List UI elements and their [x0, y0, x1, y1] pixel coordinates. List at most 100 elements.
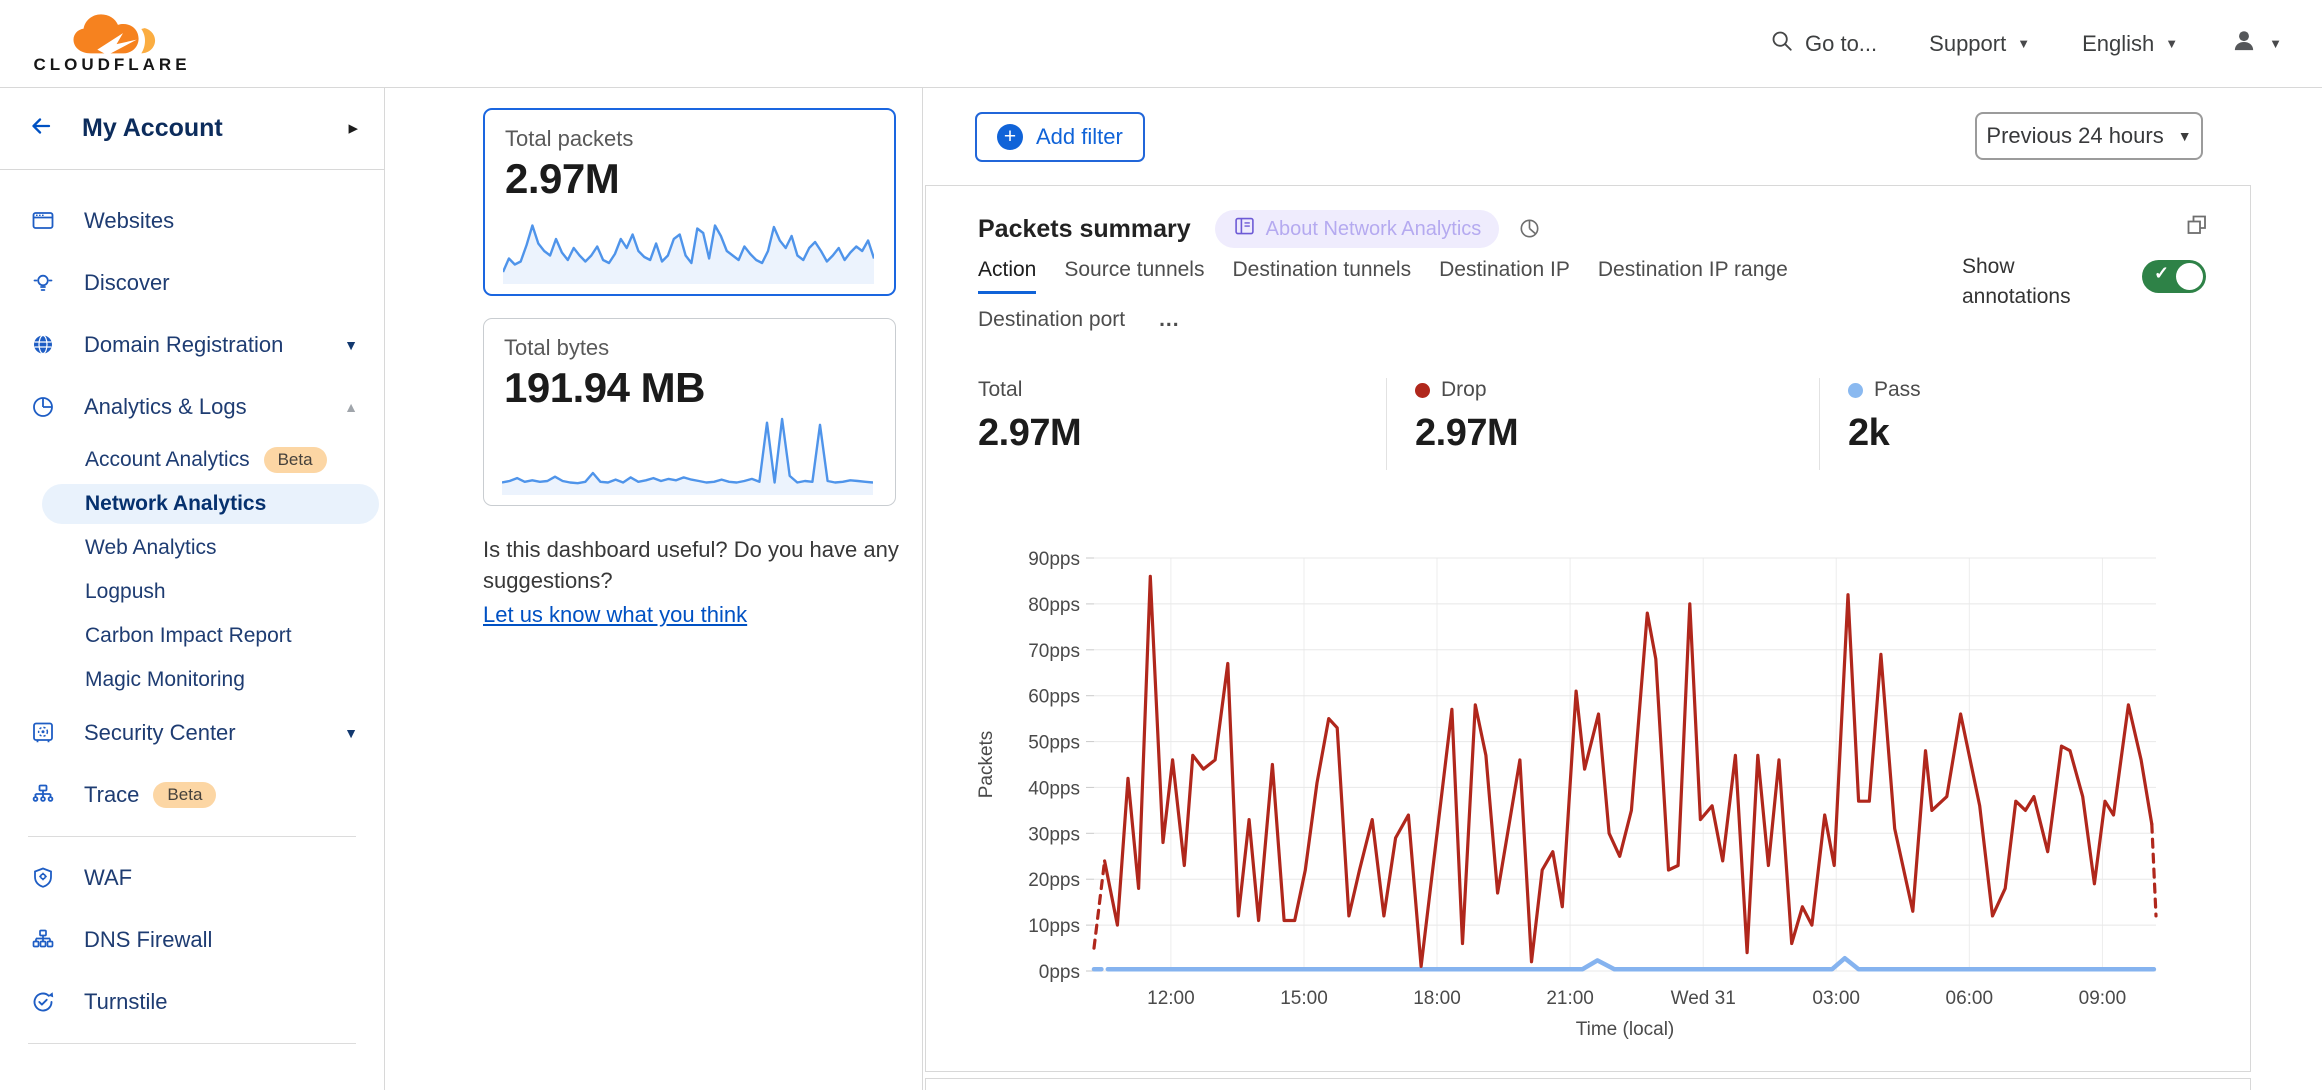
svg-text:40pps: 40pps	[1028, 778, 1080, 799]
sidebar-item-discover[interactable]: Discover	[0, 252, 384, 314]
sidebar-item-analytics-logs[interactable]: Analytics & Logs▲	[0, 376, 384, 438]
sidebar-item-label: Trace	[84, 782, 139, 808]
sidebar-item-turnstile[interactable]: Turnstile	[0, 971, 384, 1033]
card-value: 2.97M	[505, 155, 874, 203]
tab-source-tunnels[interactable]: Source tunnels	[1064, 258, 1204, 294]
sidebar-item-network-analytics[interactable]: Network Analytics	[0, 482, 384, 526]
sidebar-item-magic-monitoring[interactable]: Magic Monitoring	[0, 658, 384, 702]
add-filter-button[interactable]: + Add filter	[975, 112, 1145, 162]
sidebar-item-partial[interactable]	[0, 1054, 384, 1090]
dimension-tabs-row1: Action Source tunnels Destination tunnels D…	[978, 258, 1788, 294]
support-menu[interactable]: Support ▼	[1929, 31, 2030, 57]
svg-text:21:00: 21:00	[1546, 988, 1594, 1009]
language-label: English	[2082, 31, 2154, 57]
svg-text:Wed 31: Wed 31	[1671, 988, 1736, 1009]
stat-value: 2.97M	[1415, 412, 1819, 455]
stat-label-row: Pass	[1848, 378, 2198, 402]
cloudflare-logo[interactable]: CLOUDFLARE	[26, 13, 198, 75]
lightbulb-icon	[30, 270, 56, 296]
svg-text:09:00: 09:00	[2079, 988, 2127, 1009]
sidebar-item-label: Network Analytics	[85, 492, 266, 516]
sidebar-item-domain-registration[interactable]: Domain Registration▼	[0, 314, 384, 376]
refresh-check-icon	[30, 989, 56, 1015]
back-arrow-icon[interactable]	[26, 113, 56, 144]
sidebar-item-label: Discover	[84, 270, 170, 296]
panel-title: Packets summary	[978, 215, 1191, 244]
sidebar-item-label: Carbon Impact Report	[85, 624, 292, 648]
chevron-right-icon[interactable]: ▸	[348, 117, 358, 140]
sidebar-item-label: Magic Monitoring	[85, 668, 245, 692]
account-header[interactable]: My Account ▸	[0, 88, 384, 170]
stat-value: 2k	[1848, 412, 2198, 455]
time-range-dropdown[interactable]: Previous 24 hours ▼	[1975, 112, 2203, 160]
tab-destination-ip-range[interactable]: Destination IP range	[1598, 258, 1788, 294]
tab-action[interactable]: Action	[978, 258, 1036, 294]
globe-icon	[30, 332, 56, 358]
shield-gear-icon	[30, 865, 56, 891]
sidebar-item-account-analytics[interactable]: Account AnalyticsBeta	[0, 438, 384, 482]
show-annotations-label: Show annotations	[1962, 252, 2090, 312]
svg-text:12:00: 12:00	[1147, 988, 1195, 1009]
chevron-down-icon: ▼	[2017, 36, 2030, 51]
cloudflare-logo-text: CLOUDFLARE	[33, 55, 190, 75]
svg-text:0pps: 0pps	[1039, 962, 1080, 983]
chevron-up-icon: ▲	[344, 399, 358, 415]
sidebar-nav: Websites Discover Domain Registration▼Anal…	[0, 170, 384, 1090]
sidebar-item-label: WAF	[84, 865, 132, 891]
total-bytes-card[interactable]: Total bytes 191.94 MB	[483, 318, 896, 506]
account-menu[interactable]: ▼	[2230, 27, 2282, 61]
svg-text:06:00: 06:00	[1946, 988, 1994, 1009]
card-value: 191.94 MB	[504, 364, 875, 412]
legend-dot	[1415, 383, 1430, 398]
legend-dot	[1848, 383, 1863, 398]
sidebar-item-trace[interactable]: TraceBeta	[0, 764, 384, 826]
svg-text:10pps: 10pps	[1028, 916, 1080, 937]
total-packets-card[interactable]: Total packets 2.97M	[483, 108, 896, 296]
chevron-down-icon: ▼	[2269, 36, 2282, 51]
top-navigation: Go to... Support ▼ English ▼ ▼	[1770, 27, 2282, 61]
svg-text:80pps: 80pps	[1028, 595, 1080, 616]
sidebar-item-security-center[interactable]: Security Center▼	[0, 702, 384, 764]
sidebar-item-websites[interactable]: Websites	[0, 190, 384, 252]
sidebar-item-label: Turnstile	[84, 989, 168, 1015]
sidebar: My Account ▸ Websites Discover Domain Regi…	[0, 88, 385, 1090]
tab-destination-tunnels[interactable]: Destination tunnels	[1232, 258, 1411, 294]
svg-text:Time (local): Time (local)	[1576, 1019, 1675, 1040]
language-menu[interactable]: English ▼	[2082, 31, 2178, 57]
sidebar-item-dns-firewall[interactable]: DNS Firewall	[0, 909, 384, 971]
sidebar-item-logpush[interactable]: Logpush	[0, 570, 384, 614]
sidebar-item-waf[interactable]: WAF	[0, 847, 384, 909]
sidebar-item-label: Logpush	[85, 580, 166, 604]
book-icon	[1233, 215, 1256, 243]
tab-destination-ip[interactable]: Destination IP	[1439, 258, 1570, 294]
plus-circle-icon: +	[997, 124, 1023, 150]
svg-text:03:00: 03:00	[1812, 988, 1860, 1009]
sidebar-item-carbon-impact-report[interactable]: Carbon Impact Report	[0, 614, 384, 658]
goto-search[interactable]: Go to...	[1770, 29, 1877, 59]
chevron-down-icon: ▼	[344, 337, 358, 353]
feedback-link[interactable]: Let us know what you think	[483, 599, 747, 630]
expand-panel-icon[interactable]	[2184, 212, 2210, 243]
total-bytes-sparkline	[502, 413, 873, 495]
time-range-label: Previous 24 hours	[1986, 123, 2163, 149]
show-annotations-toggle[interactable]: ✓	[2142, 260, 2206, 293]
next-panel-edge	[925, 1078, 2251, 1090]
top-bar: CLOUDFLARE Go to... Support ▼ English ▼	[0, 0, 2322, 88]
total-packets-sparkline	[503, 200, 874, 284]
tab-destination-port[interactable]: Destination port	[978, 308, 1125, 341]
sidebar-item-label: Security Center	[84, 720, 236, 746]
hierarchy-icon	[30, 927, 56, 953]
sitemap-icon	[30, 782, 56, 808]
pie-chart-icon[interactable]	[1517, 216, 1542, 246]
account-name: My Account	[82, 114, 348, 143]
tabs-more-button[interactable]: ...	[1153, 308, 1180, 341]
user-avatar-icon	[2230, 27, 2258, 61]
svg-text:60pps: 60pps	[1028, 687, 1080, 708]
about-badge-label: About Network Analytics	[1266, 218, 1482, 241]
sidebar-item-web-analytics[interactable]: Web Analytics	[0, 526, 384, 570]
about-network-analytics-badge[interactable]: About Network Analytics	[1215, 210, 1500, 248]
sidebar-item-label: Websites	[84, 208, 174, 234]
sidebar-item-label: Web Analytics	[85, 536, 217, 560]
card-label: Total packets	[505, 126, 874, 152]
browser-icon	[30, 208, 56, 234]
